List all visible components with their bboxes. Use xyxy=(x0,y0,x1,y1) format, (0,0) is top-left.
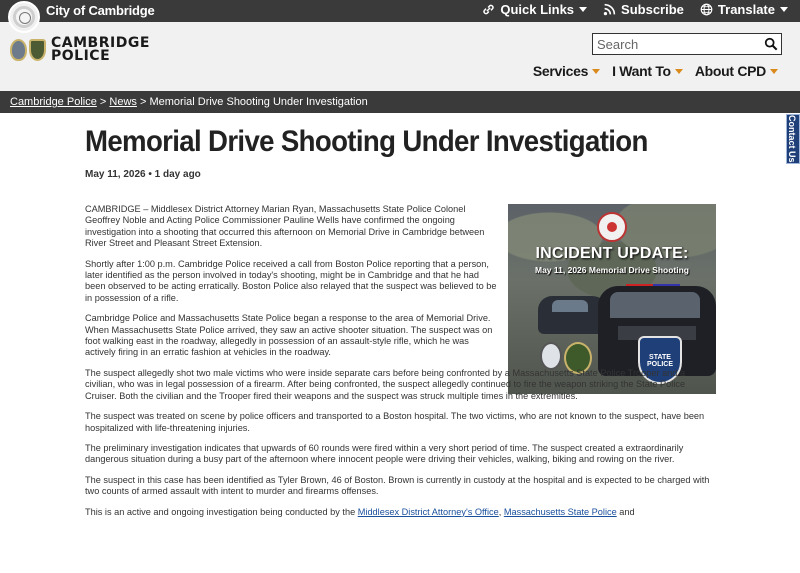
main-nav: Services I Want To About CPD xyxy=(533,63,778,79)
breadcrumb-news[interactable]: News xyxy=(109,96,137,108)
city-name-link[interactable]: City of Cambridge xyxy=(46,3,155,18)
article-paragraph-last: This is an active and ongoing investigat… xyxy=(85,507,717,518)
nav-services-label: Services xyxy=(532,63,589,79)
chevron-down-icon xyxy=(579,7,588,12)
logo-line-2: POLICE xyxy=(51,48,111,64)
middlesex-da-link[interactable]: Middlesex District Attorney's Office xyxy=(358,507,499,517)
police-patch-icon xyxy=(29,39,46,61)
chevron-down-icon xyxy=(674,68,683,74)
breadcrumb-separator: > xyxy=(99,96,107,108)
article-paragraph: CAMBRIDGE – Middlesex District Attorney … xyxy=(85,204,485,249)
article-paragraph: The preliminary investigation indicates … xyxy=(85,442,684,465)
breadcrumb-separator: > xyxy=(139,96,147,108)
chevron-down-icon xyxy=(592,68,601,74)
paragraph-text: This is an active and ongoing investigat… xyxy=(85,506,358,517)
contact-us-tab[interactable]: Contact Us xyxy=(786,114,800,164)
quick-links-menu[interactable]: Quick Links xyxy=(482,2,588,17)
police-badge-icon xyxy=(10,39,27,61)
translate-menu[interactable]: Translate xyxy=(700,2,788,17)
chevron-down-icon xyxy=(770,68,778,74)
search-box xyxy=(592,33,782,55)
top-bar: City of Cambridge Quick Links Subscribe … xyxy=(0,0,800,33)
subscribe-link[interactable]: Subscribe xyxy=(603,2,684,17)
search-input[interactable] xyxy=(593,34,753,54)
top-links: Quick Links Subscribe Translate xyxy=(482,2,788,17)
nav-about-cpd[interactable]: About CPD xyxy=(695,63,778,79)
translate-label: Translate xyxy=(717,2,775,17)
breadcrumb: Cambridge Police > News > Memorial Drive… xyxy=(0,91,800,113)
chevron-down-icon xyxy=(780,7,788,12)
state-police-link[interactable]: Massachusetts State Police xyxy=(504,507,617,517)
link-icon xyxy=(483,4,495,15)
search-icon[interactable] xyxy=(764,37,778,51)
page-title: Memorial Drive Shooting Under Investigat… xyxy=(85,125,648,158)
breadcrumb-current: Memorial Drive Shooting Under Investigat… xyxy=(149,96,368,108)
subscribe-label: Subscribe xyxy=(621,2,684,17)
quick-links-label: Quick Links xyxy=(500,2,575,17)
nav-about-cpd-label: About CPD xyxy=(694,63,766,79)
article-paragraph: The suspect allegedly shot two male vict… xyxy=(85,367,686,401)
article-paragraph: Cambridge Police and Massachusetts State… xyxy=(85,313,493,358)
article-paragraph: Shortly after 1:00 p.m. Cambridge Police… xyxy=(85,258,497,303)
article-paragraph: The suspect was treated on scene by poli… xyxy=(85,411,705,433)
cambridge-police-logo[interactable]: CAMBRIDGE POLICE xyxy=(10,36,150,64)
publish-date: May 11, 2026 • 1 day ago xyxy=(85,169,201,180)
globe-icon xyxy=(700,3,713,16)
breadcrumb-home[interactable]: Cambridge Police xyxy=(10,96,97,108)
nav-i-want-to-label: I Want To xyxy=(612,63,671,79)
paragraph-text: and xyxy=(616,506,635,517)
site-header: CAMBRIDGE POLICE Services I Want To Abou… xyxy=(0,22,800,91)
city-seal-icon[interactable] xyxy=(8,1,40,33)
article-body: CAMBRIDGE – Middlesex District Attorney … xyxy=(85,204,717,527)
nav-i-want-to[interactable]: I Want To xyxy=(612,63,683,79)
rss-icon xyxy=(603,3,616,16)
nav-services[interactable]: Services xyxy=(532,63,601,79)
article-paragraph: The suspect in this case has been identi… xyxy=(85,474,710,497)
